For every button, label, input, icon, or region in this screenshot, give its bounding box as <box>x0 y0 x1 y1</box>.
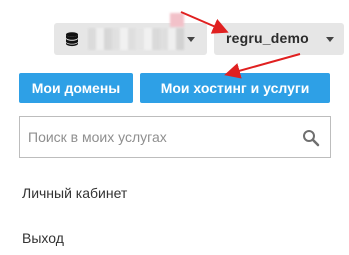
my-domains-button[interactable]: Мои домены <box>19 73 133 103</box>
personal-cabinet-link[interactable]: Личный кабинет <box>22 185 127 201</box>
blurred-swatch <box>170 13 184 27</box>
top-bar: regru_demo <box>0 0 349 62</box>
search-input[interactable] <box>28 127 296 147</box>
user-name: regru_demo <box>226 30 309 46</box>
balance-dropdown[interactable] <box>54 13 207 55</box>
logout-link[interactable]: Выход <box>22 230 64 246</box>
chevron-down-icon <box>326 37 334 42</box>
chevron-down-icon <box>187 37 195 42</box>
search-icon[interactable] <box>302 129 320 147</box>
user-dropdown[interactable]: regru_demo <box>214 23 344 55</box>
my-hosting-services-button[interactable]: Мои хостинг и услуги <box>140 73 330 103</box>
blurred-balance <box>88 28 184 50</box>
coins-icon <box>66 32 78 47</box>
services-search <box>19 116 331 158</box>
main-nav: Мои домены Мои хостинг и услуги <box>19 73 330 103</box>
